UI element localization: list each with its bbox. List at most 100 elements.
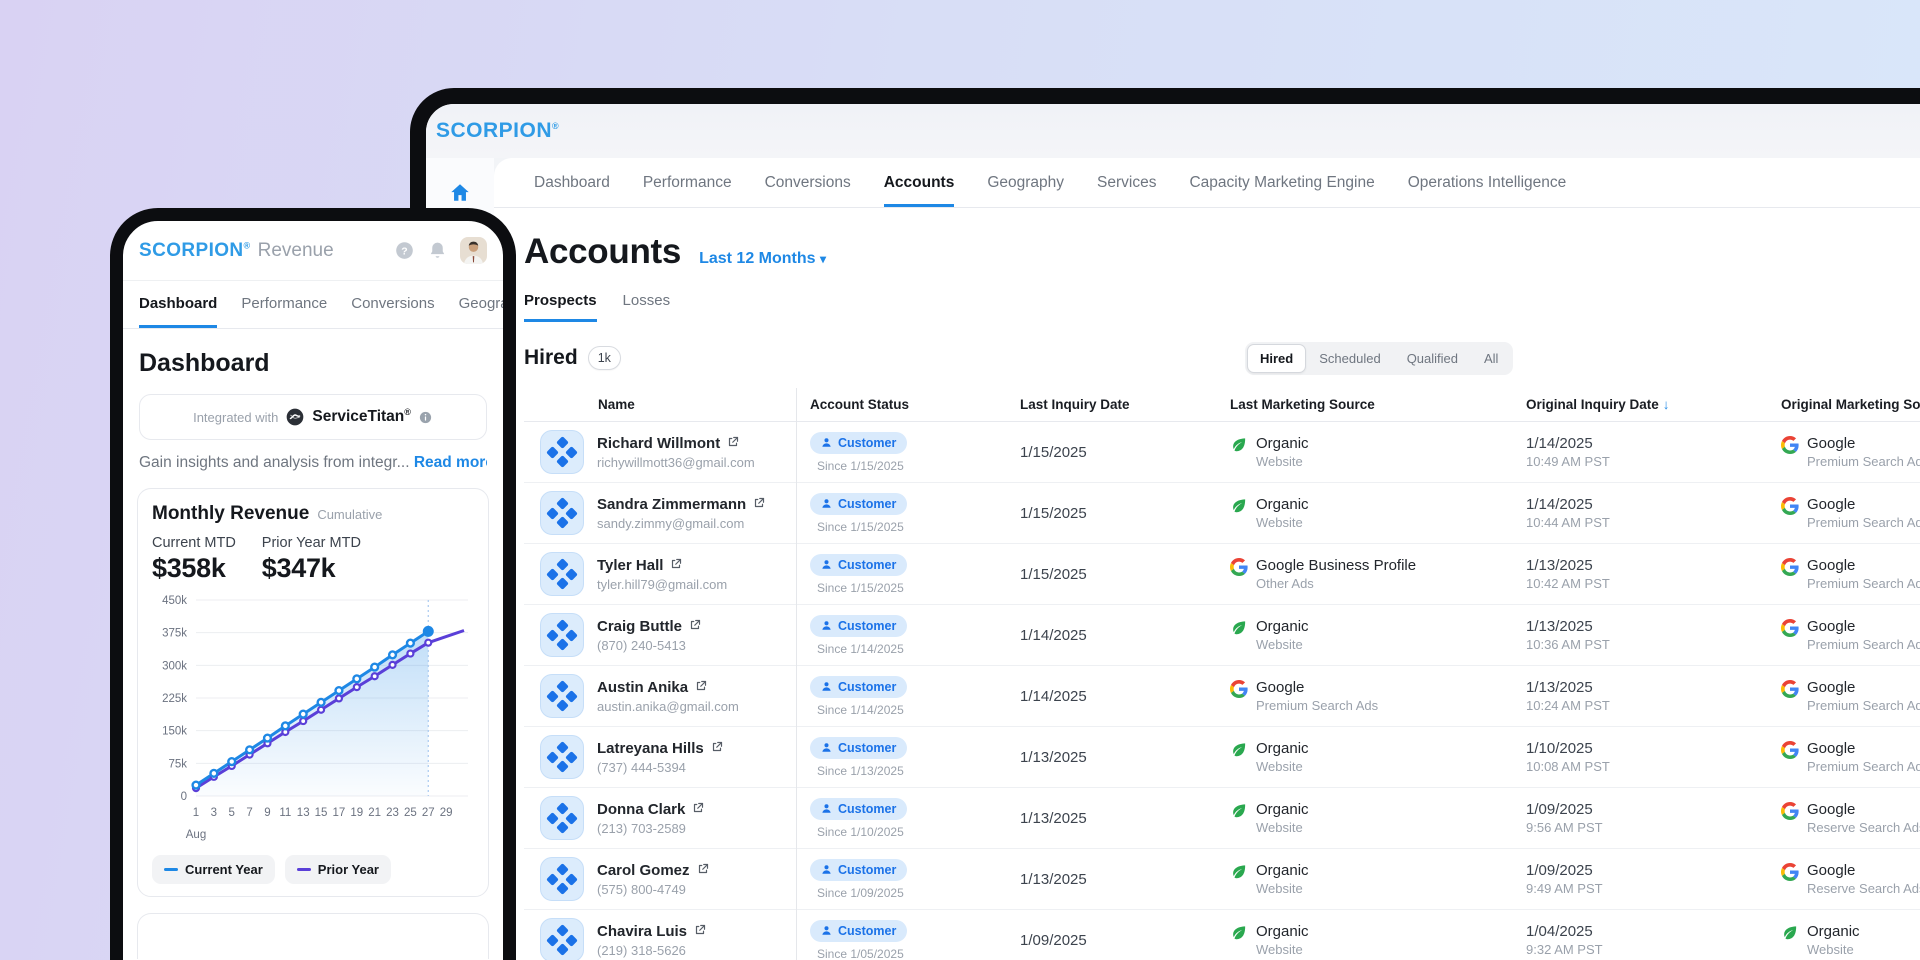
column-header-account-status[interactable]: Account Status xyxy=(796,397,1006,412)
table-row[interactable]: Chavira Luis (219) 318-5626 Customer Sin… xyxy=(524,910,1920,960)
table-row[interactable]: Craig Buttle (870) 240-5413 Customer Sin… xyxy=(524,605,1920,666)
account-name-link[interactable]: Chavira Luis xyxy=(597,923,687,940)
original-inquiry-date: 1/09/2025 9:49 AM PST xyxy=(1512,862,1767,896)
customer-status-badge: Customer xyxy=(810,493,907,515)
account-contact: (219) 318-5626 xyxy=(597,943,706,958)
phone-tab-performance[interactable]: Performance xyxy=(241,281,327,328)
account-name-link[interactable]: Donna Clark xyxy=(597,801,685,818)
nav-item-services[interactable]: Services xyxy=(1097,158,1156,207)
last-inquiry-date: 1/14/2025 xyxy=(1006,688,1216,705)
nav-item-dashboard[interactable]: Dashboard xyxy=(534,158,610,207)
external-link-icon[interactable] xyxy=(670,557,682,574)
account-name-link[interactable]: Tyler Hall xyxy=(597,557,663,574)
account-name-link[interactable]: Sandra Zimmermann xyxy=(597,496,746,513)
phone-tab-dashboard[interactable]: Dashboard xyxy=(139,281,217,328)
source-icon xyxy=(1230,801,1248,820)
account-avatar-icon xyxy=(540,857,584,901)
phone-tab-conversions[interactable]: Conversions xyxy=(351,281,434,328)
account-name-link[interactable]: Craig Buttle xyxy=(597,618,682,635)
phone-device-frame: SCORPION® Revenue ? DashboardPerformance… xyxy=(110,208,516,960)
nav-item-performance[interactable]: Performance xyxy=(643,158,732,207)
bell-icon[interactable] xyxy=(427,240,448,261)
column-header-name[interactable]: Name xyxy=(524,397,796,412)
nav-item-geography[interactable]: Geography xyxy=(987,158,1064,207)
read-more-link[interactable]: Read more xyxy=(414,454,487,471)
marketing-collage-background: SCORPION® Home DashboardPerformanceConve… xyxy=(0,0,1920,960)
column-header-last-marketing-source[interactable]: Last Marketing Source xyxy=(1216,397,1512,412)
svg-text:15: 15 xyxy=(315,807,328,819)
account-name-link[interactable]: Latreyana Hills xyxy=(597,740,704,757)
next-card-peek xyxy=(137,913,489,959)
original-inquiry-date: 1/09/2025 9:56 AM PST xyxy=(1512,801,1767,835)
table-row[interactable]: Donna Clark (213) 703-2589 Customer Sinc… xyxy=(524,788,1920,849)
svg-text:225k: 225k xyxy=(162,693,187,705)
last-inquiry-date: 1/13/2025 xyxy=(1006,810,1216,827)
count-badge: 1k xyxy=(588,346,621,370)
external-link-icon[interactable] xyxy=(694,923,706,940)
person-icon xyxy=(821,559,832,570)
current-mtd-metric: Current MTD $358k xyxy=(152,535,236,584)
table-row[interactable]: Sandra Zimmermann sandy.zimmy@gmail.com … xyxy=(524,483,1920,544)
phone-tab-geography[interactable]: Geography xyxy=(459,281,503,328)
svg-text:17: 17 xyxy=(333,807,346,819)
segment-qualified[interactable]: Qualified xyxy=(1394,344,1471,373)
original-inquiry-date: 1/13/2025 10:36 AM PST xyxy=(1512,618,1767,652)
original-marketing-source: Google Reserve Search Ads xyxy=(1767,801,1920,835)
customer-status-badge: Customer xyxy=(810,554,907,576)
source-icon xyxy=(1781,862,1799,881)
status-segmented-control: HiredScheduledQualifiedAll xyxy=(1245,342,1513,375)
nav-item-operations-intelligence[interactable]: Operations Intelligence xyxy=(1408,158,1567,207)
desktop-nav: Dashboard Performance Conversions Accounts G… xyxy=(494,158,1920,208)
status-since: Since 1/15/2025 xyxy=(810,459,1006,473)
table-row[interactable]: Richard Willmont richywillmott36@gmail.c… xyxy=(524,422,1920,483)
source-icon xyxy=(1230,618,1248,637)
account-avatar-icon xyxy=(540,735,584,779)
legend-current-year[interactable]: Current Year xyxy=(152,855,275,884)
external-link-icon[interactable] xyxy=(753,496,765,513)
nav-item-conversions[interactable]: Conversions xyxy=(765,158,851,207)
person-icon xyxy=(821,681,832,692)
segment-scheduled[interactable]: Scheduled xyxy=(1306,344,1393,373)
home-icon xyxy=(449,182,471,209)
table-row[interactable]: Tyler Hall tyler.hill79@gmail.com Custom… xyxy=(524,544,1920,605)
nav-item-accounts[interactable]: Accounts xyxy=(884,158,955,207)
tab-prospects[interactable]: Prospects xyxy=(524,292,597,322)
app-title: Revenue xyxy=(258,240,334,262)
account-name-link[interactable]: Carol Gomez xyxy=(597,862,690,879)
segment-all[interactable]: All xyxy=(1471,344,1511,373)
customer-status-badge: Customer xyxy=(810,676,907,698)
account-name-link[interactable]: Richard Willmont xyxy=(597,435,720,452)
segment-hired[interactable]: Hired xyxy=(1247,344,1306,373)
nav-item-capacity-marketing-engine[interactable]: Capacity Marketing Engine xyxy=(1189,158,1374,207)
account-contact: (575) 800-4749 xyxy=(597,882,709,897)
user-avatar[interactable] xyxy=(460,237,487,264)
external-link-icon[interactable] xyxy=(695,679,707,696)
info-icon[interactable] xyxy=(418,410,433,425)
external-link-icon[interactable] xyxy=(727,435,739,452)
phone-page-title: Dashboard xyxy=(139,349,487,378)
svg-text:21: 21 xyxy=(368,807,381,819)
account-contact: austin.anika@gmail.com xyxy=(597,699,739,714)
legend-prior-year[interactable]: Prior Year xyxy=(285,855,391,884)
account-name-link[interactable]: Austin Anika xyxy=(597,679,688,696)
monthly-revenue-card: Monthly Revenue Cumulative Current MTD $… xyxy=(137,488,489,897)
external-link-icon[interactable] xyxy=(711,740,723,757)
last-marketing-source: Organic Website xyxy=(1216,435,1512,469)
date-range-filter[interactable]: Last 12 Months ▾ xyxy=(699,250,826,268)
column-header-last-inquiry-date[interactable]: Last Inquiry Date xyxy=(1006,397,1216,412)
table-row[interactable]: Latreyana Hills (737) 444-5394 Customer … xyxy=(524,727,1920,788)
external-link-icon[interactable] xyxy=(689,618,701,635)
customer-status-badge: Customer xyxy=(810,615,907,637)
table-row[interactable]: Austin Anika austin.anika@gmail.com Cust… xyxy=(524,666,1920,727)
help-icon[interactable]: ? xyxy=(394,240,415,261)
external-link-icon[interactable] xyxy=(692,801,704,818)
tab-losses[interactable]: Losses xyxy=(623,292,671,322)
table-row[interactable]: Carol Gomez (575) 800-4749 Customer Sinc… xyxy=(524,849,1920,910)
column-header-original-inquiry-date[interactable]: Original Inquiry Date↓ xyxy=(1512,397,1767,412)
account-avatar-icon xyxy=(540,796,584,840)
external-link-icon[interactable] xyxy=(697,862,709,879)
column-header-original-marketing-source[interactable]: Original Marketing Source xyxy=(1767,397,1920,412)
servicetitan-wordmark: ServiceTitan® xyxy=(312,407,411,426)
servicetitan-integration-card[interactable]: Integrated with ServiceTitan® xyxy=(139,394,487,440)
source-icon xyxy=(1230,862,1248,881)
